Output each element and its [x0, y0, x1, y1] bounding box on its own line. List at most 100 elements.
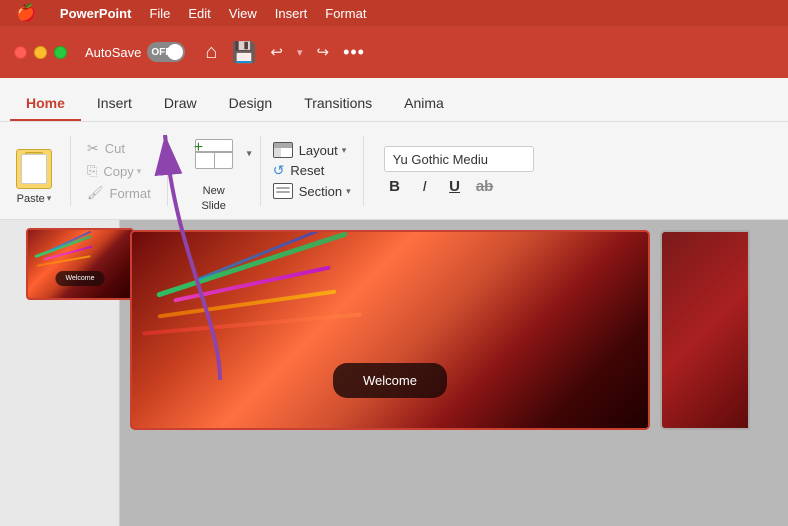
clipboard-paper — [21, 154, 47, 184]
redo-icon[interactable]: ↪ — [316, 43, 329, 61]
reset-label: Reset — [290, 163, 324, 178]
paste-label: Paste — [17, 193, 45, 205]
reset-button[interactable]: ↺ Reset — [273, 162, 351, 179]
paste-dropdown-icon[interactable]: ▾ — [47, 193, 52, 204]
section-button[interactable]: Section ▾ — [273, 183, 351, 199]
paste-icon — [10, 137, 58, 189]
new-slide-icon: + — [195, 139, 233, 169]
menubar-powerpoint[interactable]: PowerPoint — [60, 6, 132, 21]
separator-3 — [260, 136, 261, 206]
tab-insert[interactable]: Insert — [81, 87, 148, 121]
close-button[interactable] — [14, 46, 27, 59]
more-options-icon[interactable]: ••• — [343, 42, 365, 63]
underline-button[interactable]: U — [444, 178, 466, 195]
new-slide-chevron-icon[interactable]: ▾ — [247, 149, 252, 160]
welcome-box-thumb: Welcome — [55, 271, 104, 286]
separator-4 — [363, 136, 364, 206]
copy-row: Copy ▾ — [103, 164, 141, 179]
reset-icon: ↺ — [273, 162, 285, 179]
layout-button[interactable]: Layout ▾ — [273, 142, 351, 158]
copy-button[interactable]: ⎘ Copy ▾ — [83, 161, 155, 181]
toggle-knob — [167, 44, 183, 60]
tab-home[interactable]: Home — [10, 87, 81, 121]
main-slide-area: Welcome — [120, 220, 788, 526]
cut-button[interactable]: ✂ Cut — [83, 138, 155, 159]
main-slide-wrapper: Welcome — [130, 230, 650, 430]
menubar-view[interactable]: View — [229, 6, 257, 21]
format-paint-button[interactable]: 🖌 Format — [83, 183, 155, 203]
new-slide-label: New Slide — [201, 184, 225, 213]
minimize-button[interactable] — [34, 46, 47, 59]
section-chevron-icon: ▾ — [346, 186, 351, 197]
undo-icon[interactable]: ↩ — [270, 43, 283, 61]
main-slide-inner: Welcome — [132, 232, 648, 428]
right-slide-inner — [662, 232, 748, 428]
autosave-area: AutoSave OFF — [85, 42, 185, 62]
slide-thumb-wrapper: 1 Welcome — [6, 228, 113, 300]
welcome-box-main: Welcome — [333, 363, 447, 398]
font-name-input[interactable]: Yu Gothic Mediu — [384, 146, 534, 172]
right-slide-partial — [660, 230, 750, 430]
paste-label-row: Paste ▾ — [17, 193, 52, 205]
home-icon[interactable]: ⌂ — [205, 41, 217, 64]
slide-divider-v — [214, 151, 216, 168]
format-paint-label: Format — [110, 186, 151, 201]
maximize-button[interactable] — [54, 46, 67, 59]
slide-thumb-inner: Welcome — [28, 230, 132, 298]
copy-icon: ⎘ — [87, 163, 97, 179]
mac-menubar: 🍎 PowerPoint File Edit View Insert Forma… — [0, 0, 788, 26]
layout-group: Layout ▾ ↺ Reset Section ▾ — [273, 138, 351, 203]
ribbon-tabs: Home Insert Draw Design Transitions Anim… — [0, 78, 788, 122]
strikethrough-button[interactable]: ab — [474, 178, 496, 195]
section-icon — [273, 183, 293, 199]
copy-label: Copy — [103, 164, 133, 179]
apple-logo-icon: 🍎 — [16, 3, 36, 23]
plus-icon: + — [194, 140, 203, 156]
autosave-toggle[interactable]: OFF — [147, 42, 185, 62]
cut-label: Cut — [105, 141, 125, 156]
italic-button[interactable]: I — [414, 178, 436, 195]
menubar-file[interactable]: File — [149, 6, 170, 21]
tab-draw[interactable]: Draw — [148, 87, 213, 121]
font-group: Yu Gothic Mediu B I U ab — [376, 142, 542, 199]
layout-icon — [273, 142, 293, 158]
clipboard-body — [16, 149, 52, 189]
slides-panel: 1 Welcome — [0, 220, 120, 526]
autosave-label: AutoSave — [85, 45, 141, 60]
ribbon-toolbar: Paste ▾ ✂ Cut ⎘ Copy ▾ 🖌 Format — [0, 122, 788, 220]
paste-button[interactable] — [10, 137, 58, 189]
layout-label-row: Layout ▾ — [299, 143, 347, 158]
bold-button[interactable]: B — [384, 178, 406, 195]
tab-design[interactable]: Design — [213, 87, 289, 121]
tab-animations[interactable]: Anima — [388, 87, 460, 121]
separator-2 — [167, 136, 168, 206]
layout-chevron-icon: ▾ — [342, 145, 347, 156]
menubar-edit[interactable]: Edit — [188, 6, 210, 21]
clipboard-group: ✂ Cut ⎘ Copy ▾ 🖌 Format — [83, 134, 155, 207]
titlebar-icons: ⌂ 💾 ↩ ▾ ↪ ••• — [205, 40, 365, 65]
titlebar: AutoSave OFF ⌂ 💾 ↩ ▾ ↪ ••• — [0, 26, 788, 78]
menubar-format[interactable]: Format — [325, 6, 366, 21]
menubar-insert[interactable]: Insert — [275, 6, 308, 21]
new-slide-button[interactable]: + ▾ — [186, 128, 242, 180]
section-label-row: Section ▾ — [299, 184, 351, 199]
paste-group: Paste ▾ — [10, 137, 58, 205]
font-controls: B I U ab — [384, 178, 534, 195]
main-streak-orange — [158, 289, 337, 318]
save-icon[interactable]: 💾 — [231, 40, 256, 65]
streak-orange — [36, 255, 91, 267]
traffic-lights — [14, 46, 67, 59]
undo-chevron-icon[interactable]: ▾ — [297, 46, 303, 59]
format-paint-icon: 🖌 — [87, 185, 104, 201]
cut-icon: ✂ — [87, 140, 99, 157]
slide-thumbnail[interactable]: Welcome — [26, 228, 134, 300]
content-area: 1 Welcome — [0, 220, 788, 526]
section-label: Section — [299, 184, 342, 199]
layout-label: Layout — [299, 143, 338, 158]
new-slide-group: + ▾ New Slide — [180, 128, 248, 213]
main-streak-green — [156, 232, 348, 298]
copy-dropdown-icon[interactable]: ▾ — [137, 166, 142, 177]
main-slide[interactable]: Welcome — [130, 230, 650, 430]
separator-1 — [70, 136, 71, 206]
tab-transitions[interactable]: Transitions — [288, 87, 388, 121]
